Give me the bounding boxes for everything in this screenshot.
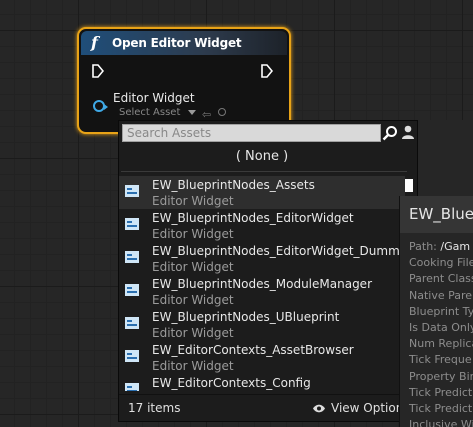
list-item[interactable]: EW_BlueprintNodes_ModuleManager Editor W… xyxy=(119,275,405,308)
asset-tooltip: EW_Bluep Path: /Gam Cooking File Parent … xyxy=(399,196,473,427)
item-name: EW_EditorContexts_AssetBrowser xyxy=(152,343,354,357)
tooltip-path-row: Path: /Gam xyxy=(409,239,473,255)
browse-search-icon[interactable] xyxy=(218,108,226,116)
tooltip-row: Cooking File xyxy=(409,256,473,270)
node-title: Open Editor Widget xyxy=(112,36,242,50)
tooltip-row: Native Paren xyxy=(409,288,473,302)
divider xyxy=(121,171,407,172)
graph-canvas-edge xyxy=(416,120,473,196)
node-header[interactable]: f Open Editor Widget xyxy=(81,31,287,55)
item-name: EW_BlueprintNodes_EditorWidget_Dummy xyxy=(152,244,405,258)
editor-widget-icon xyxy=(125,218,139,230)
tooltip-row: Tick Predicti xyxy=(409,385,473,399)
select-asset-combo[interactable]: Select Asset xyxy=(119,107,180,118)
search-icon[interactable] xyxy=(382,125,398,141)
item-name: EW_BlueprintNodes_ModuleManager xyxy=(152,277,373,291)
view-options-button[interactable]: View Option xyxy=(331,401,403,415)
list-item[interactable]: EW_BlueprintNodes_EditorWidget_Dummy Edi… xyxy=(119,242,405,275)
tooltip-properties: Path: /Gam Cooking File Parent Class Nat… xyxy=(409,239,473,427)
list-item[interactable]: EW_EditorContexts_Config Editor Widget xyxy=(119,374,405,391)
editor-widget-icon xyxy=(125,383,139,391)
pin-arrow-icon xyxy=(104,104,108,110)
editor-widget-icon xyxy=(125,350,139,362)
tooltip-row: Num Replica xyxy=(409,337,473,351)
list-item[interactable]: EW_EditorContexts_AssetBrowser Editor Wi… xyxy=(119,341,405,374)
tooltip-row: Blueprint Ty xyxy=(409,304,473,318)
tooltip-title: EW_Bluep xyxy=(409,205,473,223)
editor-widget-icon xyxy=(125,284,139,296)
search-assets-input[interactable]: Search Assets xyxy=(122,124,381,142)
item-type: Editor Widget xyxy=(152,194,234,208)
tooltip-row: Inclusive Wi xyxy=(409,418,473,427)
tooltip-header: EW_Bluep xyxy=(400,196,473,233)
exec-out-pin-icon[interactable] xyxy=(261,64,273,78)
tooltip-row: Is Data Only xyxy=(409,320,473,334)
item-type: Editor Widget xyxy=(152,326,234,340)
asset-picker-dropdown: Search Assets ( None ) EW_BlueprintNodes… xyxy=(118,120,418,422)
none-option[interactable]: ( None ) xyxy=(119,145,405,169)
path-label: Path: xyxy=(409,240,437,253)
open-editor-widget-node[interactable]: f Open Editor Widget Editor Widget Selec… xyxy=(77,27,291,134)
tooltip-row: Tick Freque xyxy=(409,353,472,367)
item-count: 17 items xyxy=(128,401,181,415)
tooltip-row: Tick Predicti xyxy=(409,401,473,415)
scrollbar-thumb[interactable] xyxy=(405,179,413,192)
item-type: Editor Widget xyxy=(152,260,234,274)
pin-label: Editor Widget xyxy=(113,91,195,105)
search-placeholder: Search Assets xyxy=(127,126,212,140)
editor-widget-icon xyxy=(125,251,139,263)
list-item[interactable]: EW_BlueprintNodes_EditorWidget Editor Wi… xyxy=(119,209,405,242)
asset-list[interactable]: EW_BlueprintNodes_Assets Editor Widget E… xyxy=(119,176,405,391)
list-item[interactable]: EW_BlueprintNodes_Assets Editor Widget xyxy=(119,176,405,209)
list-item[interactable]: EW_BlueprintNodes_UBlueprint Editor Widg… xyxy=(119,308,405,341)
item-type: Editor Widget xyxy=(152,293,234,307)
item-name: EW_EditorContexts_Config xyxy=(152,376,311,390)
editor-widget-icon xyxy=(125,317,139,329)
eye-icon[interactable] xyxy=(312,404,326,413)
exec-in-pin-icon[interactable] xyxy=(92,64,104,78)
item-name: EW_BlueprintNodes_UBlueprint xyxy=(152,310,340,324)
item-name: EW_BlueprintNodes_Assets xyxy=(152,178,315,192)
item-name: EW_BlueprintNodes_EditorWidget xyxy=(152,211,354,225)
path-value: /Gam xyxy=(440,240,471,253)
tooltip-row: Property Bin xyxy=(409,369,473,383)
tooltip-row: Parent Class xyxy=(409,272,473,286)
item-type: Editor Widget xyxy=(152,227,234,241)
editor-widget-icon xyxy=(125,185,139,197)
function-icon: f xyxy=(91,33,98,52)
item-type: Editor Widget xyxy=(152,359,234,373)
chevron-down-icon[interactable] xyxy=(188,110,196,115)
user-filter-icon[interactable] xyxy=(400,124,416,140)
picker-footer: 17 items View Option xyxy=(119,394,417,422)
